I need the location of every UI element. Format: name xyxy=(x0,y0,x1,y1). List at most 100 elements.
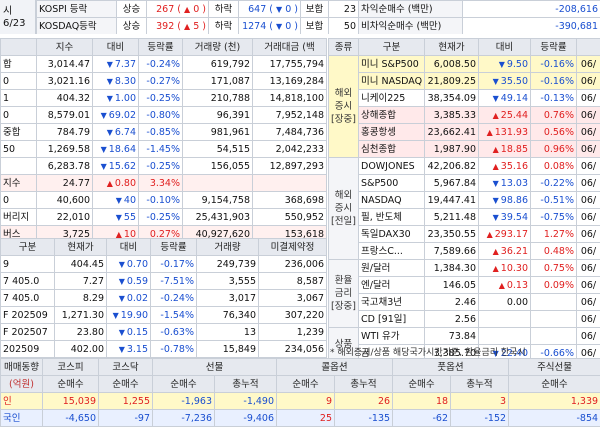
investor-row[interactable]: 국인-4,650-97-7,236-9,40625-135-62-152-854 xyxy=(1,410,600,427)
futures-volume: 3,017 xyxy=(197,290,259,307)
global-market-name: WTI 유가 xyxy=(359,328,425,345)
global-market-name: CD [91일] xyxy=(359,311,425,328)
futures-volume: 3,555 xyxy=(197,273,259,290)
global-market-name: 미니 S&P500 xyxy=(359,56,425,73)
arrow-down-icon: ▼ xyxy=(493,179,499,188)
index-row[interactable]: 08,579.01▼69.02-0.80%96,3917,952,148 xyxy=(1,107,327,124)
index-row[interactable]: 040,600▼40-0.10%9,154,758368,698 xyxy=(1,192,327,209)
global-market-price: 5,211.48 xyxy=(425,209,479,226)
global-market-row[interactable]: 심천종합1,987.90▲18.850.96%06/ xyxy=(329,141,600,158)
index-value: 1,269.58 xyxy=(37,141,93,158)
arrow-up-icon: ▲ xyxy=(493,162,499,171)
global-market-row[interactable]: 프랑스C...7,589.66▲36.210.48%06/ xyxy=(329,243,600,260)
index-row[interactable]: 501,269.58▼18.64-1.45%54,5152,042,233 xyxy=(1,141,327,158)
global-market-pct: 0.76% xyxy=(531,107,577,124)
global-market-row[interactable]: NASDAQ19,447.41▼98.86-0.51%06/ xyxy=(329,192,600,209)
global-market-row[interactable]: 해외 증시 [장중]미니 S&P5006,008.50▼9.50-0.16%06… xyxy=(329,56,600,73)
arrow-down-icon: ▼ xyxy=(101,145,107,154)
index-row[interactable]: 지수24.77▲0.803.34% xyxy=(1,175,327,192)
futures-row[interactable]: 9404.45▼0.70-0.17%249,739236,006 xyxy=(1,256,327,273)
futures-row[interactable]: 7 405.07.27▼0.59-7.51%3,5558,587 xyxy=(1,273,327,290)
global-market-price: 146.05 xyxy=(425,277,479,294)
index-amount: 12,897,293 xyxy=(253,158,327,175)
global-market-pct: 0.48% xyxy=(531,243,577,260)
global-market-row[interactable]: 상해종합3,385.33▲25.440.76%06/ xyxy=(329,107,600,124)
arrow-up-icon: ▲ xyxy=(493,247,499,256)
index-value: 8,579.01 xyxy=(37,107,93,124)
global-market-pct: 1.27% xyxy=(531,226,577,243)
global-market-price: 2.46 xyxy=(425,294,479,311)
change-cell: 0.00 xyxy=(479,294,531,311)
global-market-price: 23,350.55 xyxy=(425,226,479,243)
global-market-date: 06/ xyxy=(577,192,600,209)
global-market-price: 6,008.50 xyxy=(425,56,479,73)
global-market-row[interactable]: 환율 금리 [장중]원/달러1,384.30▲10.300.75%06/ xyxy=(329,260,600,277)
global-market-date: 06/ xyxy=(577,277,600,294)
global-market-row[interactable]: 필, 반도체5,211.48▼39.54-0.75%06/ xyxy=(329,209,600,226)
global-market-row[interactable]: 미니 NASDAQ21,809.25▼35.50-0.16%06/ xyxy=(329,73,600,90)
index-value: 784.79 xyxy=(37,124,93,141)
change-cell: ▲10.30 xyxy=(479,260,531,277)
global-market-row[interactable]: CD [91일]2.5606/ xyxy=(329,311,600,328)
arrow-down-icon: ▼ xyxy=(101,162,107,171)
index-pct: -0.24% xyxy=(139,56,183,73)
index-amount: 13,169,284 xyxy=(253,73,327,90)
global-group-label: 환율 금리 [장중] xyxy=(329,260,359,328)
global-market-row[interactable]: 독일DAX3023,350.55▲293.171.27%06/ xyxy=(329,226,600,243)
global-group-label: 해외 증시 [전일] xyxy=(329,158,359,260)
investor-unit: (억원) xyxy=(1,376,43,393)
global-market-date: 06/ xyxy=(577,124,600,141)
futures-row[interactable]: 202509402.00▼3.15-0.78%15,849234,056 xyxy=(1,341,327,358)
global-market-row[interactable]: 상품WTI 유가73.8406/ xyxy=(329,328,600,345)
global-market-row[interactable]: S&P5005,967.84▼13.03-0.22%06/ xyxy=(329,175,600,192)
futures-pct: -7.51% xyxy=(151,273,197,290)
futures-volume: 76,340 xyxy=(197,307,259,324)
global-market-name: 홍콩항셍 xyxy=(359,124,425,141)
futures-row[interactable]: F 20250723.80▼0.15-0.63%131,239 xyxy=(1,324,327,341)
index-row[interactable]: 6,283.78▼15.62-0.25%156,05512,897,293 xyxy=(1,158,327,175)
change-cell: ▲0.80 xyxy=(93,175,139,192)
arrow-down-icon: ▼ xyxy=(113,311,119,320)
index-row[interactable]: 중합784.79▼6.74-0.85%981,9617,484,736 xyxy=(1,124,327,141)
arrow-down-icon: ▼ xyxy=(107,77,113,86)
arrow-down-icon: ▼ xyxy=(119,328,125,337)
investor-value: 9 xyxy=(277,393,335,410)
investor-trading-table: 매매동향 코스피 코스닥 선물 콜옵션 풋옵션 주식선물 (억원) 순매수 순매… xyxy=(0,358,600,427)
index-volume: 25,431,903 xyxy=(183,209,253,226)
index-row[interactable]: 03,021.16▼8.30-0.27%171,08713,169,284 xyxy=(1,73,327,90)
futures-volume: 15,849 xyxy=(197,341,259,358)
change-cell: ▼3.15 xyxy=(107,341,151,358)
futures-open-interest: 8,587 xyxy=(259,273,327,290)
futures-price: 404.45 xyxy=(55,256,107,273)
index-value: 3,021.16 xyxy=(37,73,93,90)
futures-name: 9 xyxy=(1,256,55,273)
investor-value: -1,490 xyxy=(215,393,277,410)
global-market-row[interactable]: 니케이22538,354.09▼49.14-0.13%06/ xyxy=(329,90,600,107)
index-row[interactable]: 합3,014.47▼7.37-0.24%619,79217,755,794 xyxy=(1,56,327,73)
futures-row[interactable]: 7 405.08.29▼0.02-0.24%3,0173,067 xyxy=(1,290,327,307)
top-bar: 시 6/23 KOSPI 등락 상승 267 ( ▲ 0 ) 하락 647 ( … xyxy=(0,0,600,34)
index-pct: 3.34% xyxy=(139,175,183,192)
global-market-name: 원/달러 xyxy=(359,260,425,277)
index-pct: -1.45% xyxy=(139,141,183,158)
index-table: 지수 대비 등락률 거래량 (천) 거래대금 (백 합3,014.47▼7.37… xyxy=(0,38,327,243)
arrow-down-icon: ▼ xyxy=(493,213,499,222)
investor-row[interactable]: 인15,0391,255-1,963-1,4909261831,339 xyxy=(1,393,600,410)
global-market-pct: -0.75% xyxy=(531,209,577,226)
index-amount: 7,484,736 xyxy=(253,124,327,141)
kospi-breadth-label: KOSPI 등락 xyxy=(37,1,117,18)
global-market-row[interactable]: 홍콩항셍23,662.41▲131.930.56%06/ xyxy=(329,124,600,141)
futures-pct: -0.17% xyxy=(151,256,197,273)
investor-value: 3 xyxy=(451,393,509,410)
futures-price: 1,271.30 xyxy=(55,307,107,324)
change-cell: ▲293.17 xyxy=(479,226,531,243)
arrow-down-icon: ▼ xyxy=(116,213,122,222)
index-row[interactable]: 버리지22,010▼55-0.25%25,431,903550,952 xyxy=(1,209,327,226)
futures-row[interactable]: F 2025091,271.30▼19.90-1.54%76,340307,22… xyxy=(1,307,327,324)
global-market-row[interactable]: 국고채3년2.460.0006/ xyxy=(329,294,600,311)
global-market-row[interactable]: 엔/달러146.05▲0.130.09%06/ xyxy=(329,277,600,294)
index-row[interactable]: 1404.32▼1.00-0.25%210,78814,818,100 xyxy=(1,90,327,107)
futures-open-interest: 307,220 xyxy=(259,307,327,324)
global-market-row[interactable]: 해외 증시 [전일]DOWJONES42,206.82▲35.160.08%06… xyxy=(329,158,600,175)
arrow-down-icon: ▼ xyxy=(493,196,499,205)
